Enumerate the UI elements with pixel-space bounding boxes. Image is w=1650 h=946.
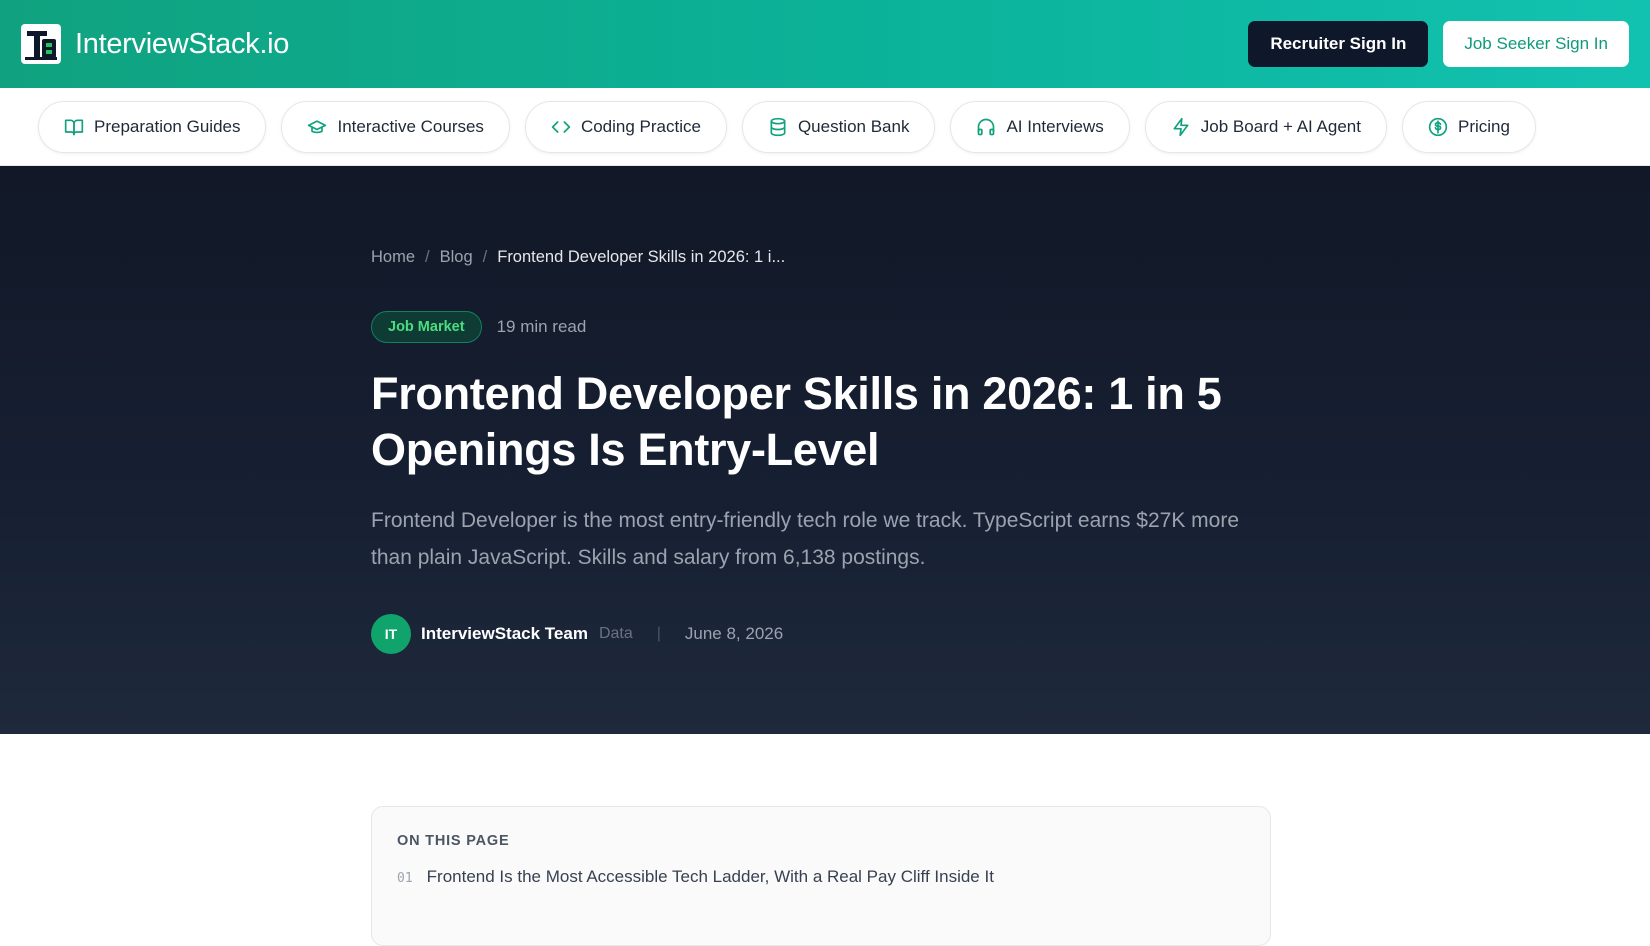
nav-job-board[interactable]: Job Board + AI Agent: [1144, 100, 1387, 153]
breadcrumb-separator: /: [482, 248, 488, 266]
article-hero: Home / Blog / Frontend Developer Skills …: [0, 166, 1650, 734]
graduation-cap-icon: [308, 119, 327, 133]
nav-label: Interactive Courses: [337, 116, 484, 136]
table-of-contents: ON THIS PAGE 01 Frontend Is the Most Acc…: [371, 806, 1271, 946]
breadcrumb-blog[interactable]: Blog: [440, 248, 473, 267]
book-open-icon: [64, 119, 84, 135]
nav-label: Pricing: [1458, 116, 1510, 136]
nav-label: AI Interviews: [1006, 116, 1104, 136]
read-time: 19 min read: [496, 317, 587, 336]
headphones-icon: [978, 118, 995, 135]
nav-label: Coding Practice: [580, 116, 701, 136]
dollar-circle-icon: [1428, 117, 1448, 136]
nav-coding-practice[interactable]: Coding Practice: [524, 100, 727, 153]
article-subtitle: Frontend Developer is the most entry-fri…: [371, 509, 1240, 569]
publish-date: June 8, 2026: [684, 624, 784, 643]
main-nav: Preparation Guides Interactive Courses C…: [0, 88, 1650, 166]
recruiter-sign-in-button[interactable]: Recruiter Sign In: [1248, 21, 1429, 67]
toc-title: ON THIS PAGE: [397, 833, 510, 849]
nav-label: Preparation Guides: [94, 116, 241, 136]
breadcrumb-home[interactable]: Home: [371, 248, 415, 267]
toc-item[interactable]: 01 Frontend Is the Most Accessible Tech …: [397, 867, 1245, 887]
breadcrumb: Home / Blog / Frontend Developer Skills …: [371, 248, 785, 267]
nav-label: Question Bank: [797, 116, 910, 136]
nav-label: Job Board + AI Agent: [1200, 116, 1361, 136]
nav-ai-interviews[interactable]: AI Interviews: [950, 100, 1130, 153]
brand-link[interactable]: InterviewStack.io: [21, 24, 289, 64]
author-role: Data: [598, 625, 633, 642]
breadcrumb-separator: /: [425, 248, 430, 266]
logo-icon: [21, 24, 61, 64]
nav-preparation-guides[interactable]: Preparation Guides: [38, 100, 267, 153]
category-tag[interactable]: Job Market: [371, 311, 482, 343]
meta-separator: |: [656, 625, 661, 642]
author-info: IT InterviewStack Team Data | June 8, 20…: [371, 614, 783, 654]
nav-pricing[interactable]: Pricing: [1402, 100, 1536, 153]
brand-name: InterviewStack.io: [75, 27, 290, 60]
nav-interactive-courses[interactable]: Interactive Courses: [281, 100, 510, 153]
article-title: Frontend Developer Skills in 2026: 1 in …: [371, 368, 1222, 475]
auth-buttons: Recruiter Sign In Job Seeker Sign In: [1248, 21, 1629, 67]
database-icon: [770, 117, 786, 136]
toc-item-text: Frontend Is the Most Accessible Tech Lad…: [426, 867, 994, 886]
avatar: IT: [371, 614, 411, 654]
job-seeker-sign-in-button[interactable]: Job Seeker Sign In: [1443, 21, 1629, 67]
lightning-icon: [1173, 117, 1189, 136]
nav-question-bank[interactable]: Question Bank: [741, 100, 936, 153]
author-name: InterviewStack Team: [421, 624, 588, 643]
top-header: InterviewStack.io Recruiter Sign In Job …: [0, 0, 1650, 88]
toc-item-number: 01: [397, 871, 413, 886]
breadcrumb-current: Frontend Developer Skills in 2026: 1 i..…: [497, 248, 786, 266]
article-meta: Job Market 19 min read: [371, 311, 586, 343]
code-icon: [551, 120, 571, 133]
